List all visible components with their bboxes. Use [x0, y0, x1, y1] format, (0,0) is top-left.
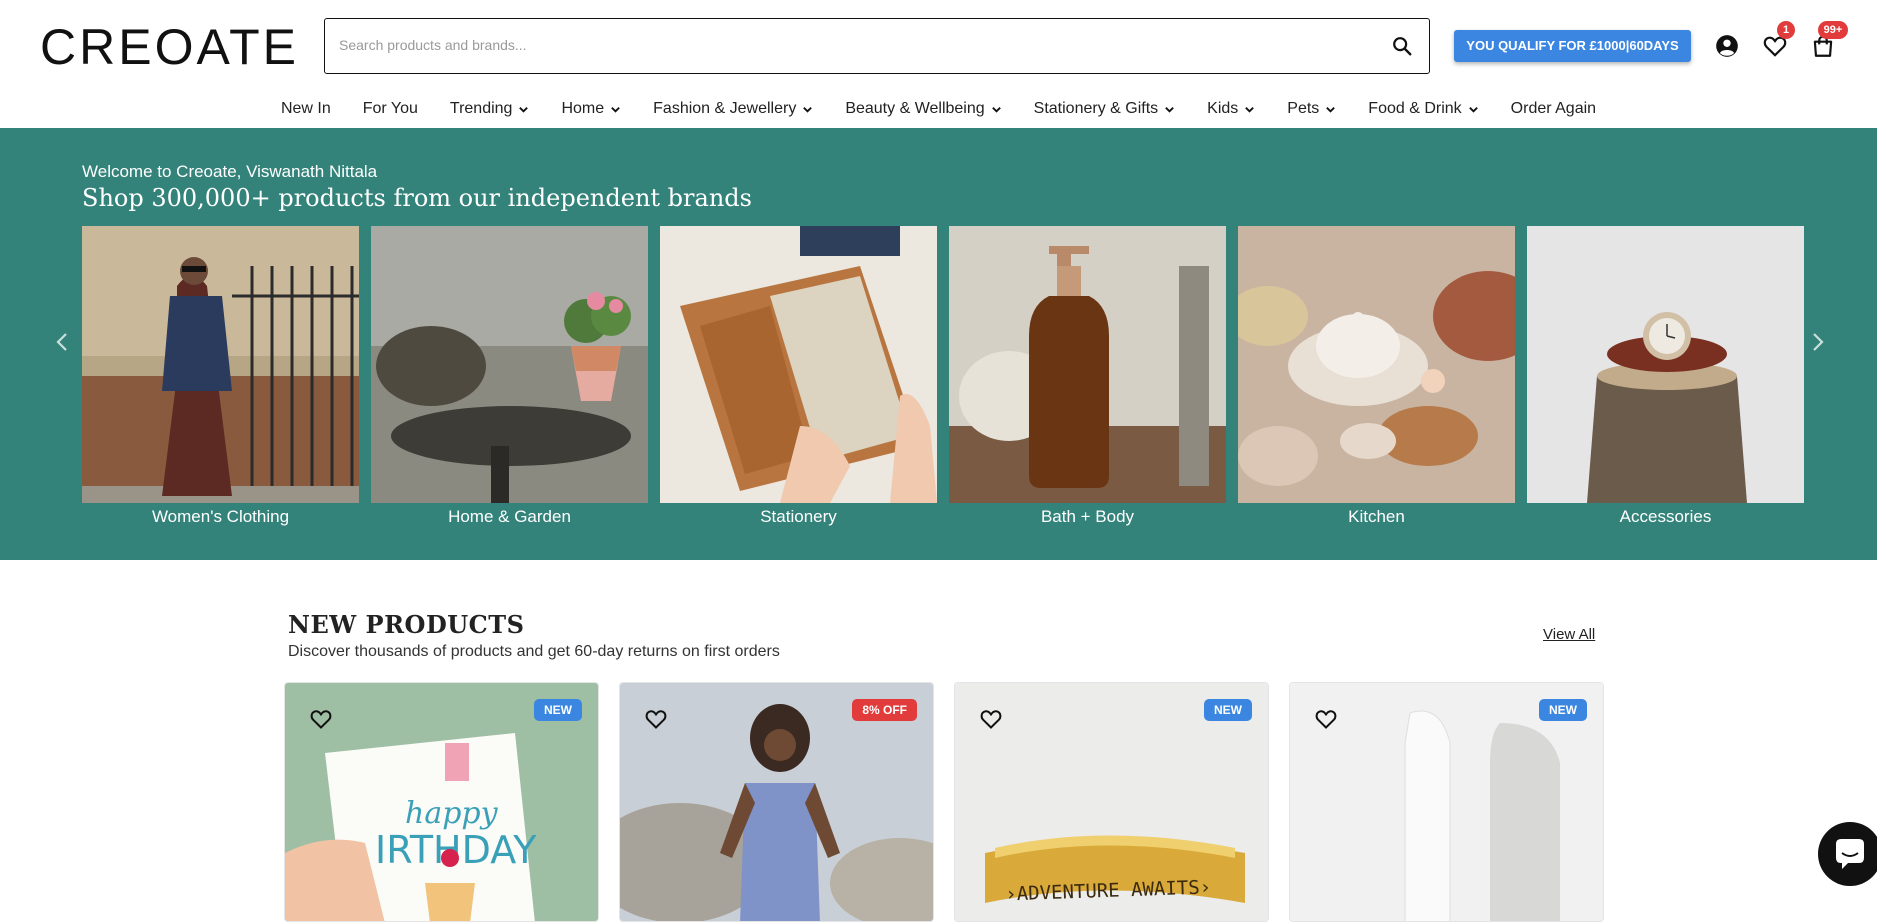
- chevron-down-icon: [1326, 106, 1336, 113]
- category-image: [1527, 226, 1804, 503]
- category-image: [82, 226, 359, 503]
- category-card-home-garden[interactable]: Home & Garden: [371, 226, 648, 527]
- category-image: [371, 226, 648, 503]
- nav-item-label: Home: [561, 100, 605, 117]
- wishlist-toggle-icon[interactable]: [644, 707, 668, 731]
- wishlist-toggle-icon[interactable]: [1314, 707, 1338, 731]
- wishlist-toggle-icon[interactable]: [979, 707, 1003, 731]
- wishlist-toggle-icon[interactable]: [309, 707, 333, 731]
- hero-banner: Welcome to Creoate, Viswanath Nittala Sh…: [0, 128, 1877, 560]
- chevron-down-icon: [611, 106, 620, 113]
- nav-item-food-drink[interactable]: Food & Drink: [1352, 96, 1494, 122]
- product-tag: NEW: [1204, 699, 1252, 721]
- category-card-accessories[interactable]: Accessories: [1527, 226, 1804, 527]
- chevron-down-icon: [1165, 106, 1174, 113]
- nav-item-kids[interactable]: Kids: [1191, 96, 1271, 122]
- category-card-kitchen[interactable]: Kitchen: [1238, 226, 1515, 527]
- view-all-link[interactable]: View All: [1543, 626, 1595, 643]
- chevron-down-icon: [803, 106, 813, 113]
- chevron-down-icon: [991, 106, 1001, 113]
- product-tag: NEW: [1539, 699, 1587, 721]
- category-label: Stationery: [760, 507, 837, 526]
- product-card[interactable]: ›ADVENTURE AWAITS› NEW: [954, 682, 1269, 922]
- wishlist-count-badge: 1: [1777, 21, 1795, 39]
- nav-item-label: Trending: [449, 100, 513, 117]
- nav-item-label: Kids: [1207, 100, 1239, 117]
- product-card[interactable]: NEW: [1289, 682, 1604, 922]
- category-image: [660, 226, 937, 503]
- welcome-text: Welcome to Creoate, Viswanath Nittala: [82, 162, 378, 181]
- chevron-down-icon: [519, 106, 529, 113]
- category-label: Kitchen: [1348, 507, 1405, 526]
- nav-item-order-again[interactable]: Order Again: [1495, 96, 1612, 122]
- section-subtitle: Discover thousands of products and get 6…: [288, 643, 780, 660]
- product-card[interactable]: happy IRTHDAY NEW: [284, 682, 599, 922]
- search-icon[interactable]: [1391, 35, 1413, 57]
- category-image: [1238, 226, 1515, 503]
- nav-item-label: Stationery & Gifts: [1033, 100, 1159, 117]
- nav-item-label: For You: [362, 100, 418, 117]
- nav-item-new-in[interactable]: New In: [265, 96, 347, 122]
- promo-button[interactable]: YOU QUALIFY FOR £1000|60DAYS: [1454, 30, 1691, 62]
- main-nav: New In For You Trending Home Fashion & Jewel…: [0, 96, 1877, 126]
- category-card-bath-body[interactable]: Bath + Body: [949, 226, 1226, 527]
- category-card-womens-clothing[interactable]: Women's Clothing: [82, 226, 359, 527]
- nav-item-label: Beauty & Wellbeing: [845, 100, 985, 117]
- chat-widget-button[interactable]: [1818, 822, 1877, 886]
- chevron-down-icon: [1468, 106, 1478, 113]
- product-card[interactable]: 8% OFF: [619, 682, 934, 922]
- svg-text:happy: happy: [405, 796, 499, 831]
- chat-icon: [1836, 839, 1864, 869]
- category-label: Women's Clothing: [151, 507, 290, 526]
- category-card-stationery[interactable]: Stationery: [660, 226, 937, 527]
- svg-text:IRTHDAY: IRTHDAY: [375, 828, 537, 872]
- nav-item-label: Food & Drink: [1368, 100, 1462, 117]
- search-bar: [324, 18, 1430, 74]
- search-input[interactable]: [339, 19, 1339, 71]
- category-label: Bath + Body: [1040, 507, 1135, 526]
- nav-item-label: Fashion & Jewellery: [653, 100, 797, 117]
- account-icon[interactable]: [1714, 33, 1740, 59]
- creoate-logo[interactable]: CREOATE: [40, 22, 299, 72]
- nav-item-pets[interactable]: Pets: [1271, 96, 1352, 122]
- cart-count-badge: 99+: [1818, 21, 1848, 39]
- section-title: NEW PRODUCTS: [288, 610, 525, 639]
- nav-item-label: New In: [280, 100, 331, 117]
- category-label: Accessories: [1619, 507, 1712, 526]
- nav-item-label: Pets: [1287, 100, 1320, 117]
- product-tag: NEW: [534, 699, 582, 721]
- nav-item-for-you[interactable]: For You: [347, 96, 434, 122]
- nav-item-label: Order Again: [1510, 100, 1597, 117]
- category-image: [949, 226, 1226, 503]
- hero-title: Shop 300,000+ products from our independ…: [82, 184, 752, 212]
- nav-item-home[interactable]: Home: [545, 96, 637, 122]
- site-header: CREOATE YOU QUALIFY FOR £1000|60DAYS 1 9…: [0, 0, 1877, 92]
- chevron-down-icon: [1245, 106, 1255, 113]
- carousel-next-icon[interactable]: [1808, 328, 1828, 356]
- nav-item-fashion-jewellery[interactable]: Fashion & Jewellery: [637, 96, 829, 122]
- product-tag: 8% OFF: [852, 699, 917, 721]
- nav-item-stationery-gifts[interactable]: Stationery & Gifts: [1018, 96, 1192, 122]
- category-label: Home & Garden: [448, 507, 571, 526]
- carousel-prev-icon[interactable]: [52, 328, 72, 356]
- nav-item-trending[interactable]: Trending: [434, 96, 546, 122]
- nav-item-beauty-wellbeing[interactable]: Beauty & Wellbeing: [829, 96, 1017, 122]
